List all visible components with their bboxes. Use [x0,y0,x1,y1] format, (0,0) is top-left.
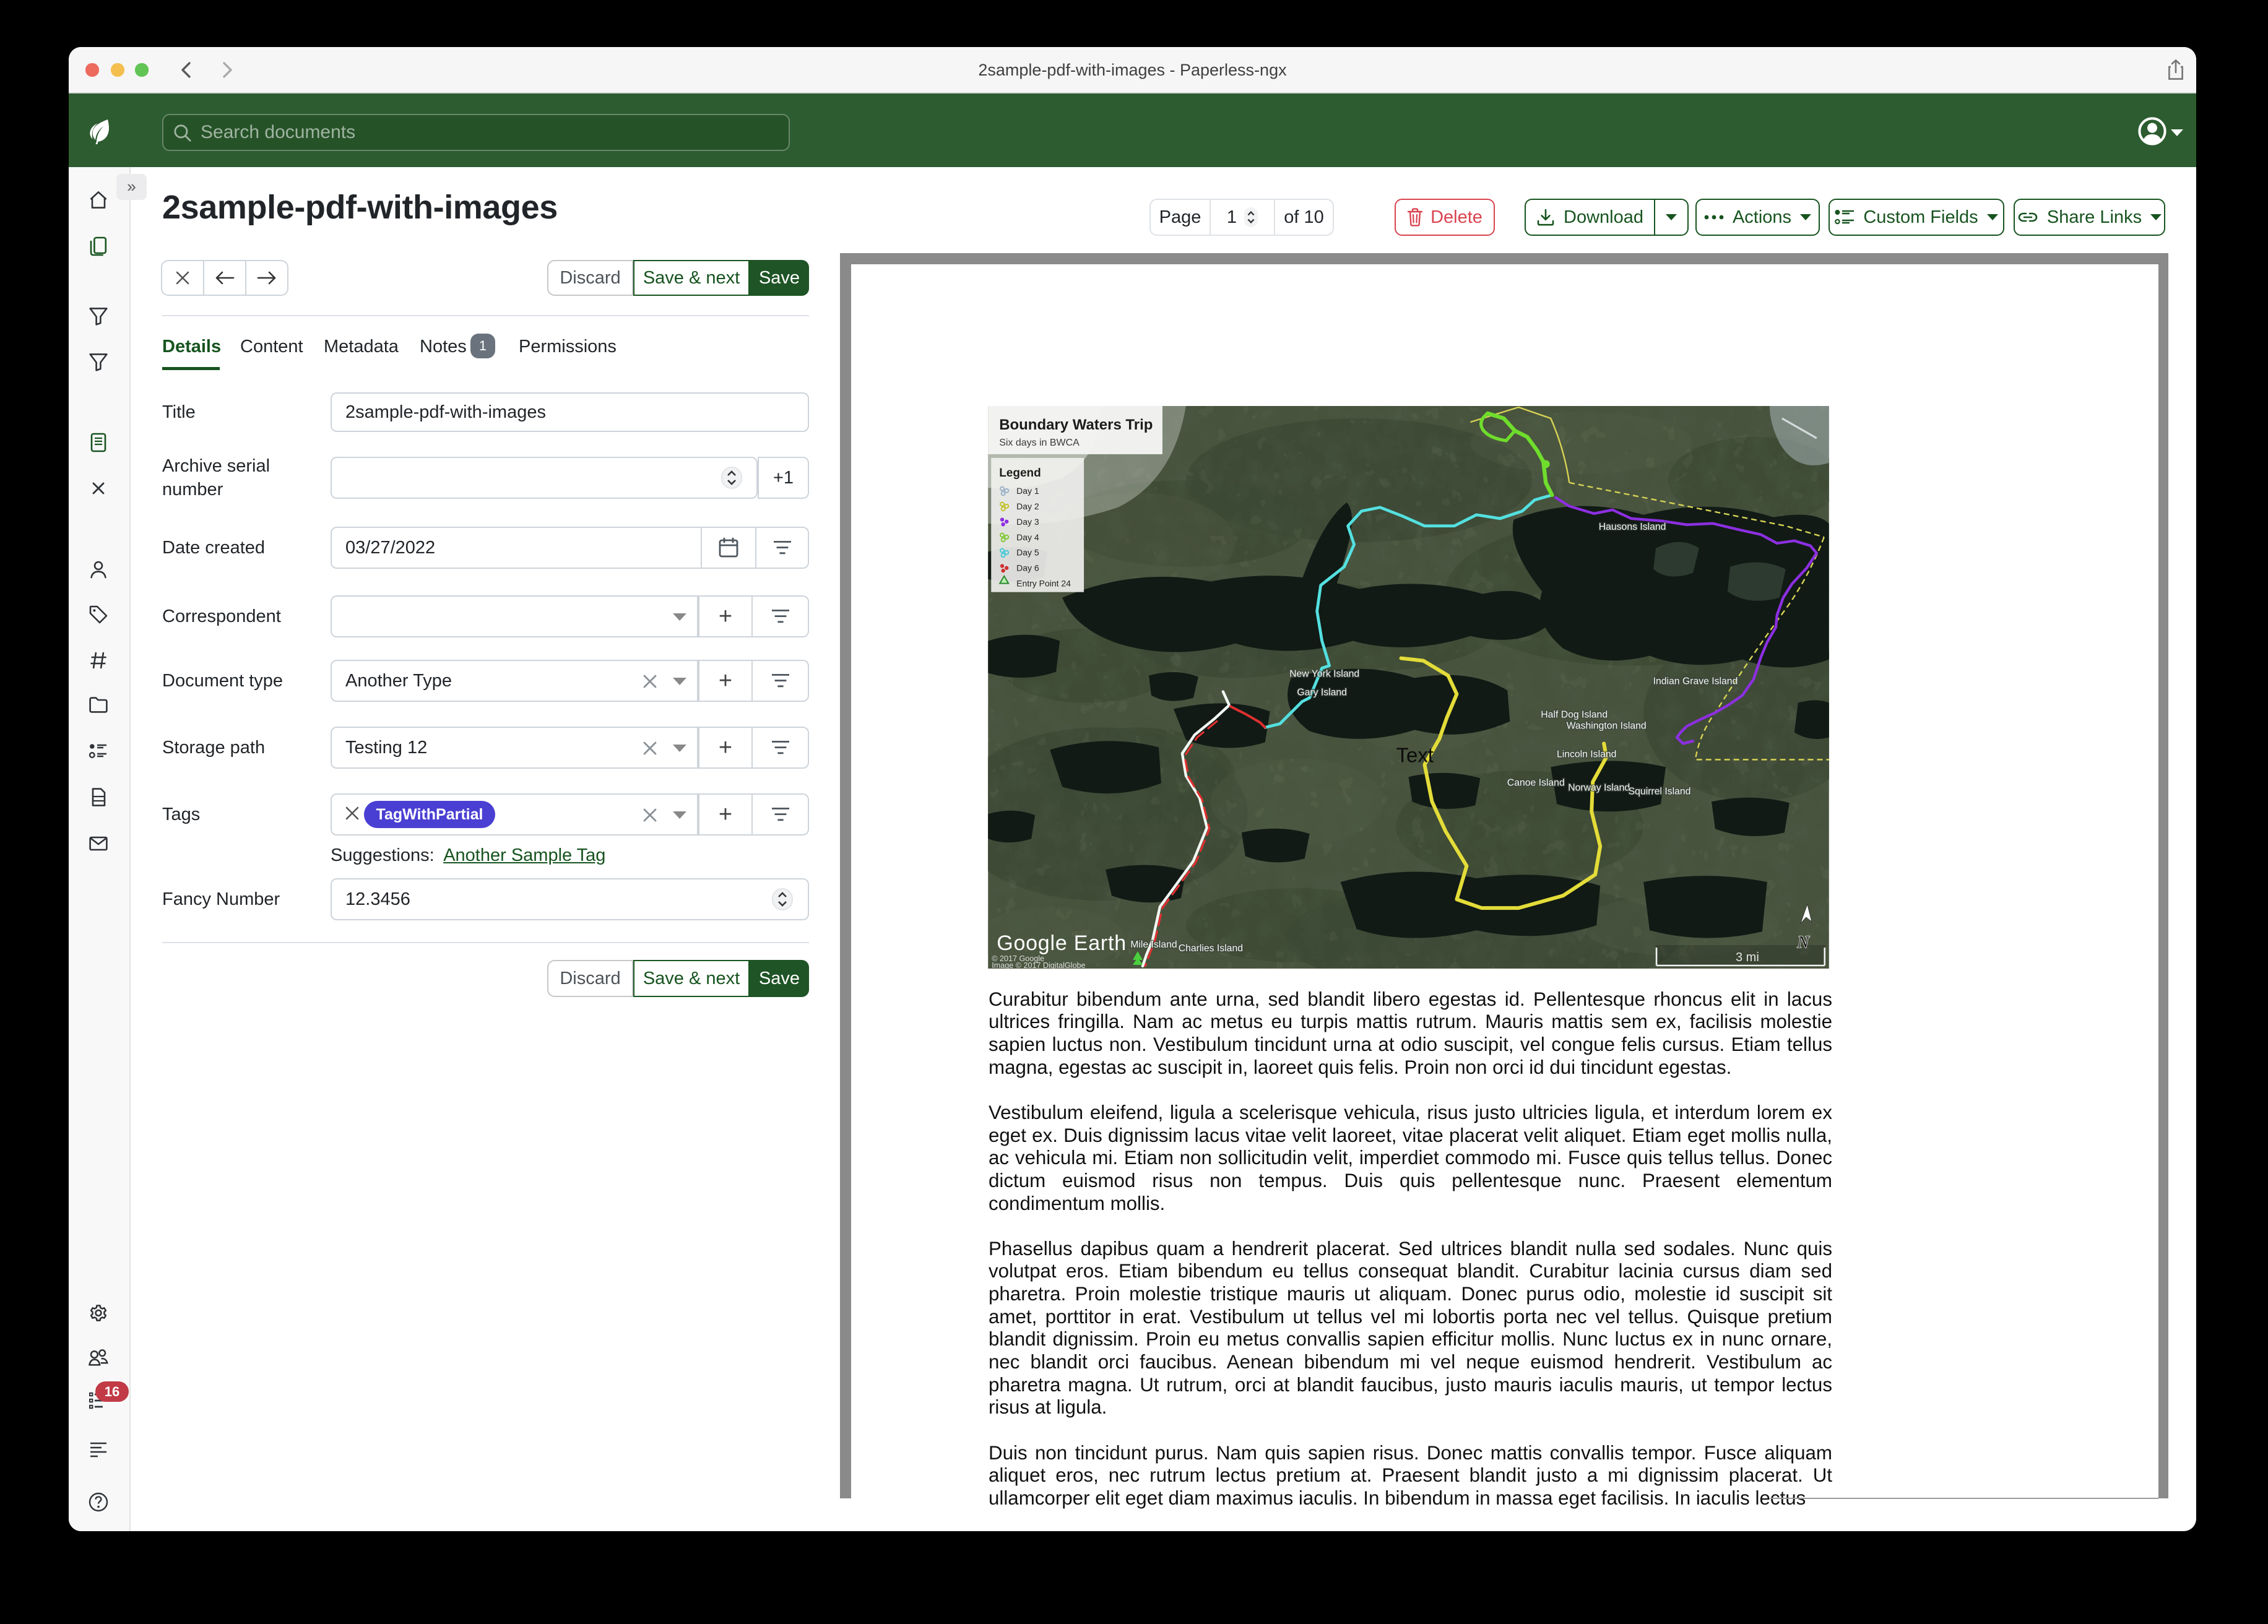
svg-text:Boundary Waters Trip: Boundary Waters Trip [999,417,1153,433]
svg-text:Squirrel Island: Squirrel Island [1629,786,1691,797]
svg-text:3 mi: 3 mi [1736,951,1759,964]
svg-text:Charlies Island: Charlies Island [1179,943,1243,954]
svg-text:Entry Point 24: Entry Point 24 [1016,579,1071,589]
svg-text:Day 3: Day 3 [1016,517,1039,527]
svg-text:Lincoln Island: Lincoln Island [1557,749,1616,759]
svg-text:Day 6: Day 6 [1016,563,1039,573]
svg-text:Washington Island: Washington Island [1567,720,1647,731]
svg-text:Canoe Island: Canoe Island [1507,777,1565,788]
svg-text:Legend: Legend [999,467,1041,480]
svg-text:Day 5: Day 5 [1016,548,1039,558]
svg-text:Indian Grave Island: Indian Grave Island [1653,676,1738,687]
svg-text:Six days in BWCA: Six days in BWCA [999,438,1080,448]
svg-text:Text: Text [1396,743,1434,766]
svg-text:Day 2: Day 2 [1016,501,1039,511]
svg-text:Norway Island: Norway Island [1568,782,1630,793]
svg-text:Day 1: Day 1 [1016,486,1039,496]
svg-text:Google Earth: Google Earth [997,931,1127,955]
svg-text:Image © 2017 DigitalGlobe: Image © 2017 DigitalGlobe [992,961,1085,969]
svg-text:Hausons Island: Hausons Island [1599,522,1666,532]
svg-text:Mile Island: Mile Island [1130,939,1177,950]
svg-text:N: N [1796,933,1809,952]
svg-text:Day 4: Day 4 [1016,532,1039,542]
svg-text:Gary Island: Gary Island [1297,687,1347,698]
svg-text:Half Dog Island: Half Dog Island [1541,709,1608,720]
svg-text:New York Island: New York Island [1289,669,1359,680]
